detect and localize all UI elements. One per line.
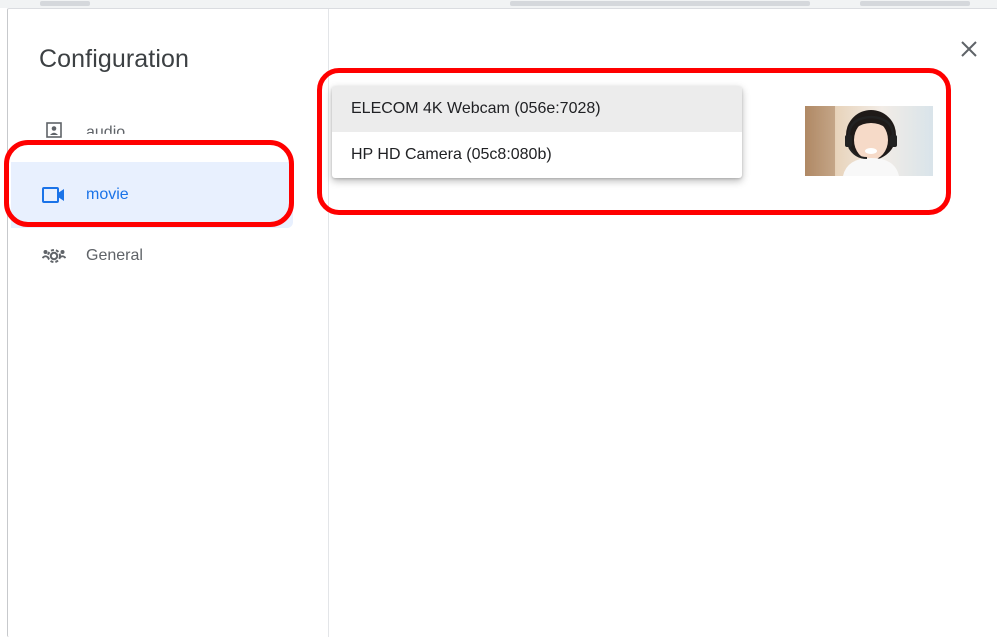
settings-sidebar: Configuration audio movie General — [8, 9, 329, 637]
sidebar-item-audio[interactable]: audio — [11, 104, 293, 160]
camera-option[interactable]: HP HD Camera (05c8:080b) — [332, 132, 742, 178]
sidebar-item-movie[interactable]: movie — [11, 162, 293, 228]
sidebar-item-label: audio — [86, 124, 126, 141]
camera-preview-thumbnail — [805, 106, 933, 176]
camera-option[interactable]: ELECOM 4K Webcam (056e:7028) — [332, 86, 742, 132]
video-camera-icon — [42, 183, 66, 207]
background-text — [860, 1, 970, 6]
background-window-strip — [0, 0, 997, 8]
camera-select-dropdown[interactable]: ELECOM 4K Webcam (056e:7028) HP HD Camer… — [332, 86, 742, 178]
close-icon — [960, 40, 978, 63]
background-text — [510, 1, 810, 6]
sidebar-item-label: movie — [86, 186, 129, 203]
dialog-title: Configuration — [39, 45, 190, 73]
background-text — [40, 1, 90, 6]
sidebar-item-general[interactable]: General — [11, 223, 293, 289]
close-button[interactable] — [955, 37, 983, 65]
people-settings-icon — [42, 244, 66, 268]
sidebar-item-label: General — [86, 247, 143, 264]
audio-icon — [42, 118, 66, 142]
